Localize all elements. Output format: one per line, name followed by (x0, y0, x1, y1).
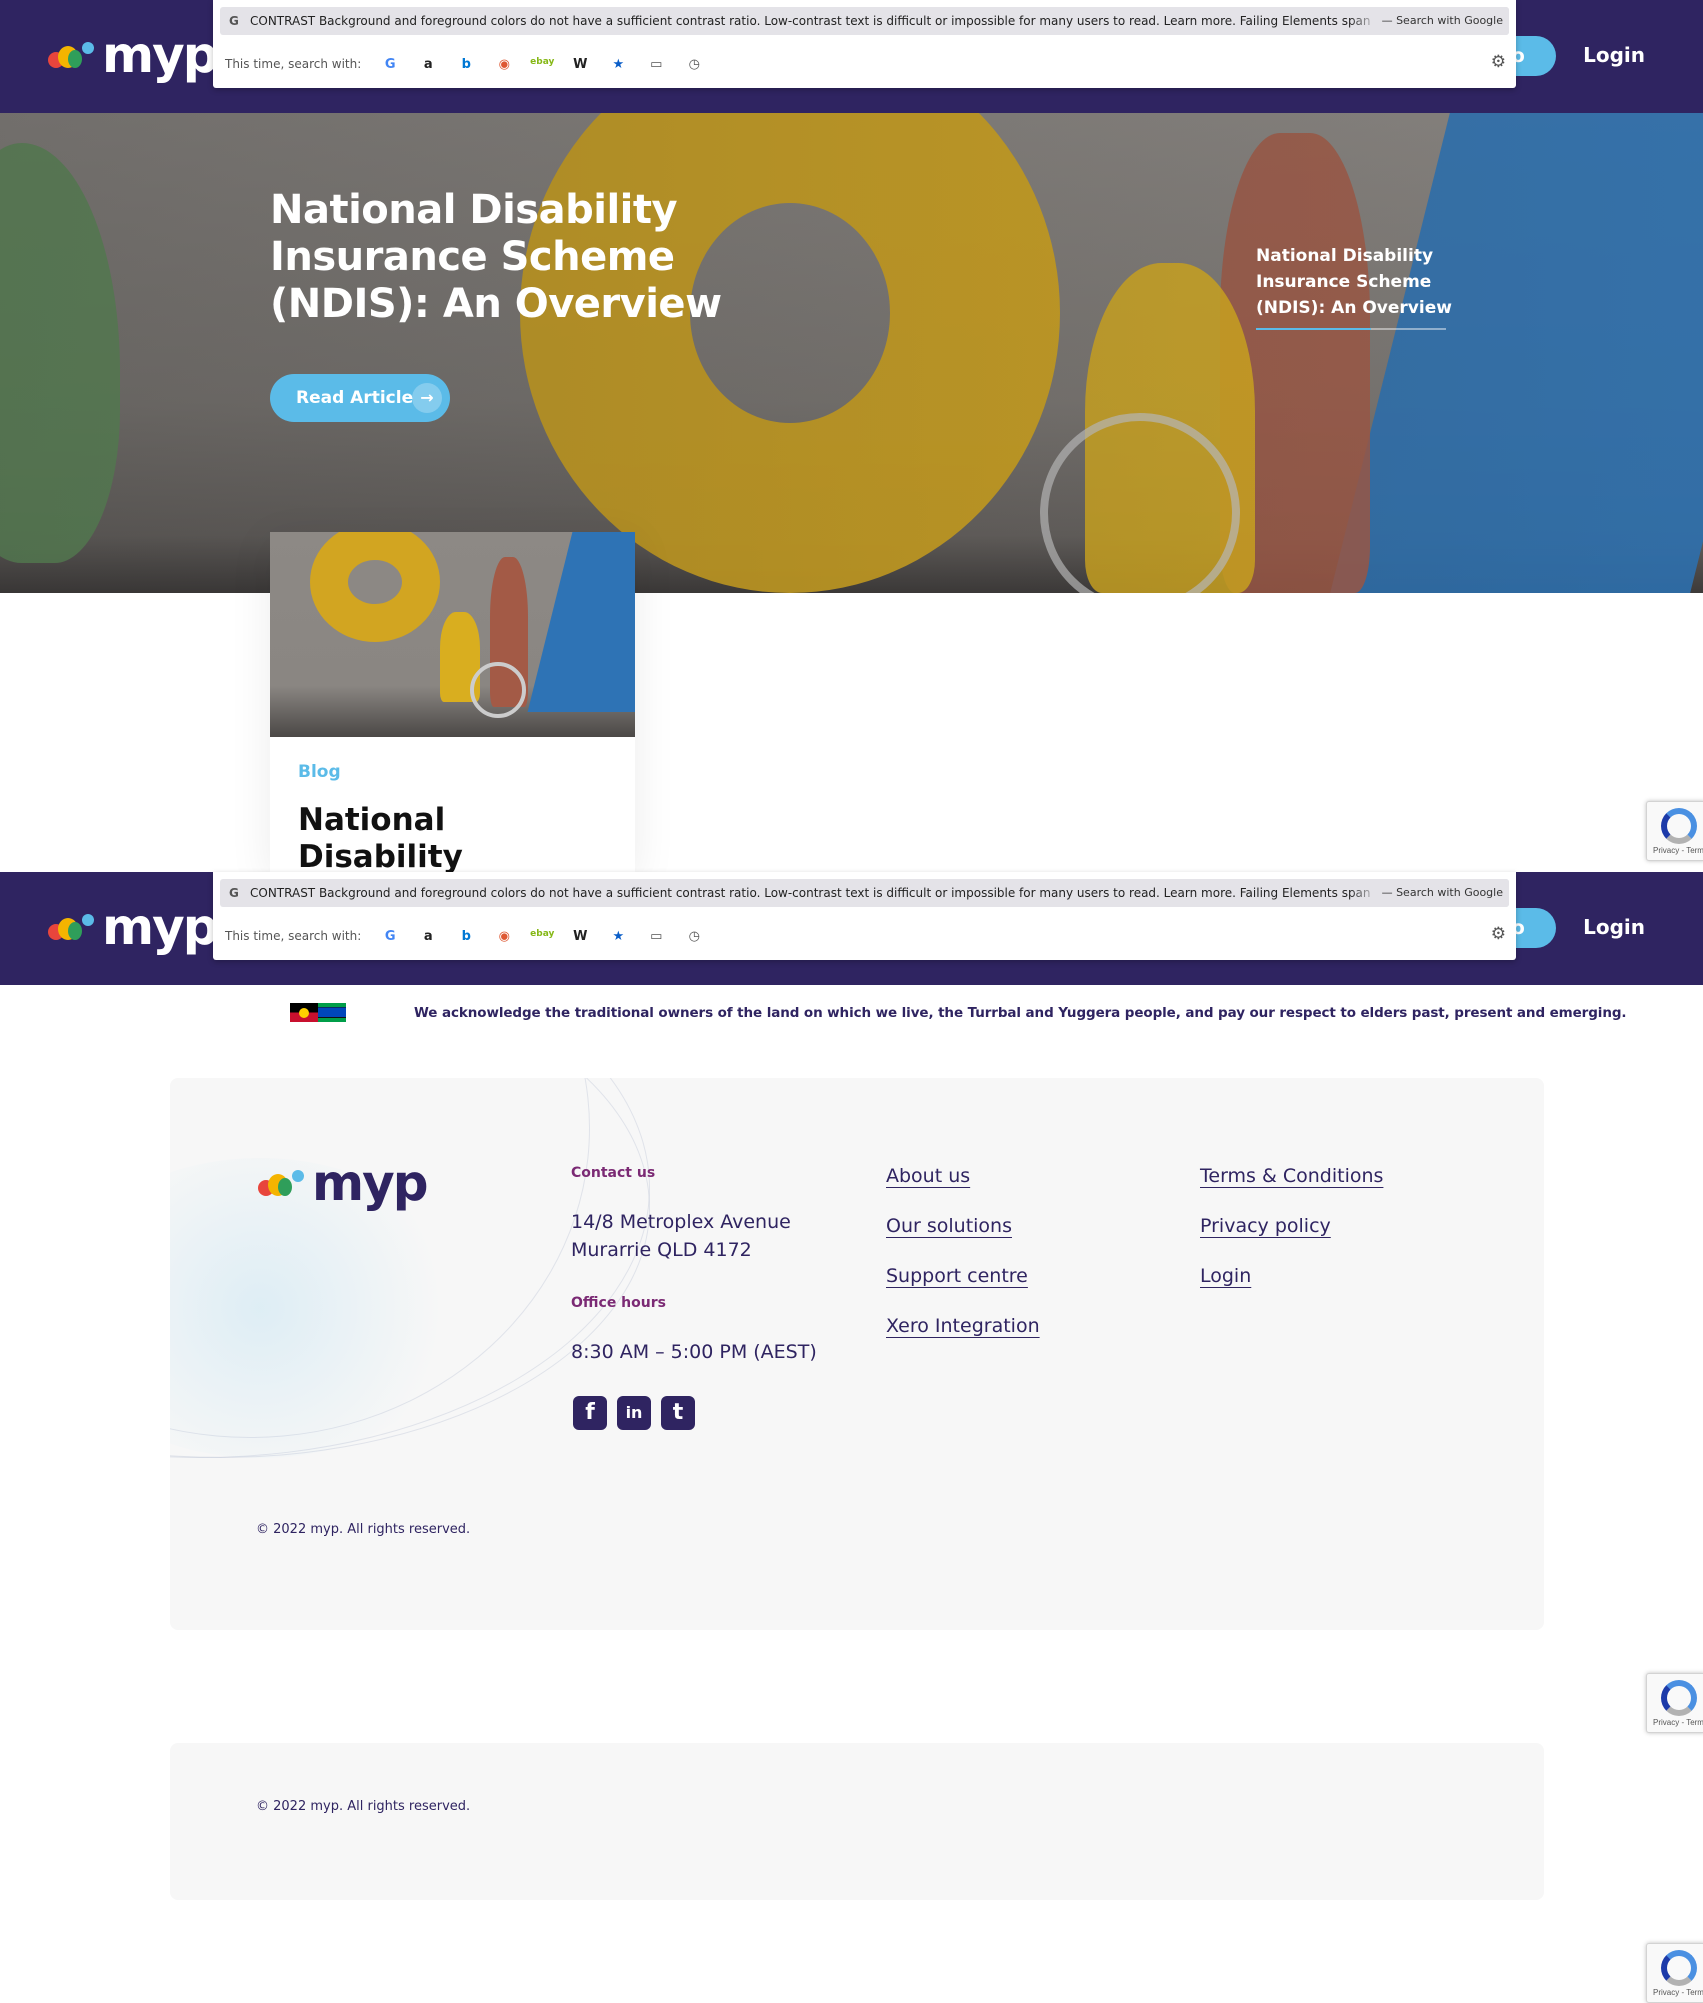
recaptcha-terms: Privacy - Terms (1653, 846, 1703, 855)
office-hours-heading: Office hours (571, 1295, 666, 1311)
recaptcha-icon (1661, 808, 1697, 844)
address-line-1: 14/8 Metroplex Avenue (571, 1211, 791, 1233)
logo-dot (82, 914, 94, 926)
logo-mark-icon (256, 1166, 306, 1200)
recaptcha-badge[interactable]: Privacy - Terms (1646, 801, 1703, 861)
logo-dot (68, 922, 82, 940)
history-icon[interactable]: ◷ (675, 929, 713, 944)
footer-link[interactable]: Our solutions (886, 1215, 1012, 1237)
footer-logo[interactable]: myp (256, 1154, 428, 1212)
blog-card[interactable]: Blog National Disability Insurance Schem… (270, 532, 635, 872)
blog-card-title[interactable]: National Disability Insurance Scheme (298, 802, 618, 872)
footer-link[interactable]: Login (1200, 1265, 1251, 1287)
footer-link[interactable]: About us (886, 1165, 970, 1187)
bing-icon[interactable]: b (447, 57, 485, 72)
suggestion-text: CONTRAST Background and foreground color… (250, 14, 1431, 28)
linkedin-icon[interactable]: in (617, 1396, 651, 1430)
blog-card-image (270, 532, 635, 737)
logo-wordmark: myp (102, 26, 218, 84)
bookmarks-icon[interactable]: ★ (599, 57, 637, 72)
logo-dot (82, 42, 94, 54)
ebay-icon[interactable]: ebay (523, 929, 561, 944)
suggestion-text: CONTRAST Background and foreground color… (250, 886, 1431, 900)
this-time-search-label: This time, search with: (225, 57, 362, 71)
search-suggestion-row[interactable]: G CONTRAST Background and foreground col… (220, 7, 1509, 35)
wikipedia-icon[interactable]: W (561, 929, 599, 944)
wikipedia-icon[interactable]: W (561, 57, 599, 72)
search-suggestion-panel: G CONTRAST Background and foreground col… (213, 0, 1516, 88)
torres-strait-flag-icon (318, 1003, 346, 1022)
search-engine-list: Ga b ◉ ebay W ★ ▭ ◷ (371, 929, 713, 944)
address-line-2: Murarrie QLD 4172 (571, 1239, 752, 1261)
logo-wordmark: myp (102, 898, 218, 956)
google-icon[interactable]: G (371, 929, 409, 944)
contact-heading: Contact us (571, 1165, 656, 1181)
read-article-label: Read Article (296, 388, 414, 408)
footer-link[interactable]: Privacy policy (1200, 1215, 1331, 1237)
search-with-google-label: — Search with Google (1373, 879, 1509, 907)
read-article-button[interactable]: Read Article → (270, 374, 450, 422)
search-engine-list: Ga b ◉ ebay W ★ ▭ ◷ (371, 57, 713, 72)
recaptcha-terms: Privacy - Terms (1653, 1718, 1703, 1727)
blog-card-category[interactable]: Blog (298, 762, 341, 782)
tabs-icon[interactable]: ▭ (637, 929, 675, 944)
amazon-icon[interactable]: a (409, 57, 447, 72)
search-settings-icon[interactable]: ⚙ (1491, 52, 1506, 72)
hero-slide-link[interactable]: National Disability Insurance Scheme (ND… (1256, 243, 1456, 321)
recaptcha-icon (1661, 1950, 1697, 1986)
aboriginal-flag-icon (290, 1003, 318, 1022)
bing-icon[interactable]: b (447, 929, 485, 944)
site-footer: myp Contact us 14/8 Metroplex Avenue Mur… (170, 1078, 1544, 1630)
logo-dot (278, 1178, 292, 1196)
one-off-search-row: This time, search with: Ga b ◉ ebay W ★ ▭ ◷ (225, 52, 713, 76)
logo-dot (292, 1170, 304, 1182)
amazon-icon[interactable]: a (409, 929, 447, 944)
this-time-search-label: This time, search with: (225, 929, 362, 943)
search-settings-icon[interactable]: ⚙ (1491, 924, 1506, 944)
hero-banner: National Disability Insurance Scheme (ND… (0, 113, 1703, 593)
logo[interactable]: myp (46, 26, 218, 84)
recaptcha-badge[interactable]: Privacy - Terms (1646, 1943, 1703, 2003)
recaptcha-badge[interactable]: Privacy - Terms (1646, 1673, 1703, 1733)
ebay-icon[interactable]: ebay (523, 57, 561, 72)
recaptcha-icon (1661, 1680, 1697, 1716)
acknowledgement-text: We acknowledge the traditional owners of… (414, 1005, 1627, 1021)
hero-title: National Disability Insurance Scheme (ND… (270, 187, 722, 327)
search-suggestion-panel: G CONTRAST Background and foreground col… (213, 872, 1516, 960)
logo-dot (68, 50, 82, 68)
copyright-text: © 2022 myp. All rights reserved. (256, 1522, 471, 1537)
footer-link[interactable]: Xero Integration (886, 1315, 1040, 1337)
login-link[interactable]: Login (1583, 43, 1645, 67)
duckduckgo-icon[interactable]: ◉ (485, 929, 523, 944)
bookmarks-icon[interactable]: ★ (599, 929, 637, 944)
footer-link[interactable]: Terms & Conditions (1200, 1165, 1383, 1187)
search-with-google-label: — Search with Google (1373, 7, 1509, 35)
footer-link[interactable]: Support centre (886, 1265, 1028, 1287)
facebook-icon[interactable]: f (573, 1396, 607, 1430)
logo-wordmark: myp (312, 1154, 428, 1212)
copyright-text: © 2022 myp. All rights reserved. (256, 1799, 471, 1814)
slide-progress (1256, 328, 1446, 330)
history-icon[interactable]: ◷ (675, 57, 713, 72)
logo-mark-icon (46, 38, 96, 72)
search-suggestion-row[interactable]: G CONTRAST Background and foreground col… (220, 879, 1509, 907)
google-icon: G (229, 14, 239, 28)
tabs-icon[interactable]: ▭ (637, 57, 675, 72)
google-icon: G (229, 886, 239, 900)
recaptcha-terms: Privacy - Terms (1653, 1988, 1703, 1997)
google-icon[interactable]: G (371, 57, 409, 72)
login-link[interactable]: Login (1583, 915, 1645, 939)
logo[interactable]: myp (46, 898, 218, 956)
one-off-search-row: This time, search with: Ga b ◉ ebay W ★ ▭ ◷ (225, 924, 713, 948)
site-footer-copy: © 2022 myp. All rights reserved. (170, 1743, 1544, 1900)
logo-mark-icon (46, 910, 96, 944)
arrow-right-icon: → (412, 383, 442, 413)
duckduckgo-icon[interactable]: ◉ (485, 57, 523, 72)
twitter-icon[interactable]: t (661, 1396, 695, 1430)
acknowledgement-bar: We acknowledge the traditional owners of… (0, 985, 1703, 1045)
office-hours-text: 8:30 AM – 5:00 PM (AEST) (571, 1341, 817, 1363)
